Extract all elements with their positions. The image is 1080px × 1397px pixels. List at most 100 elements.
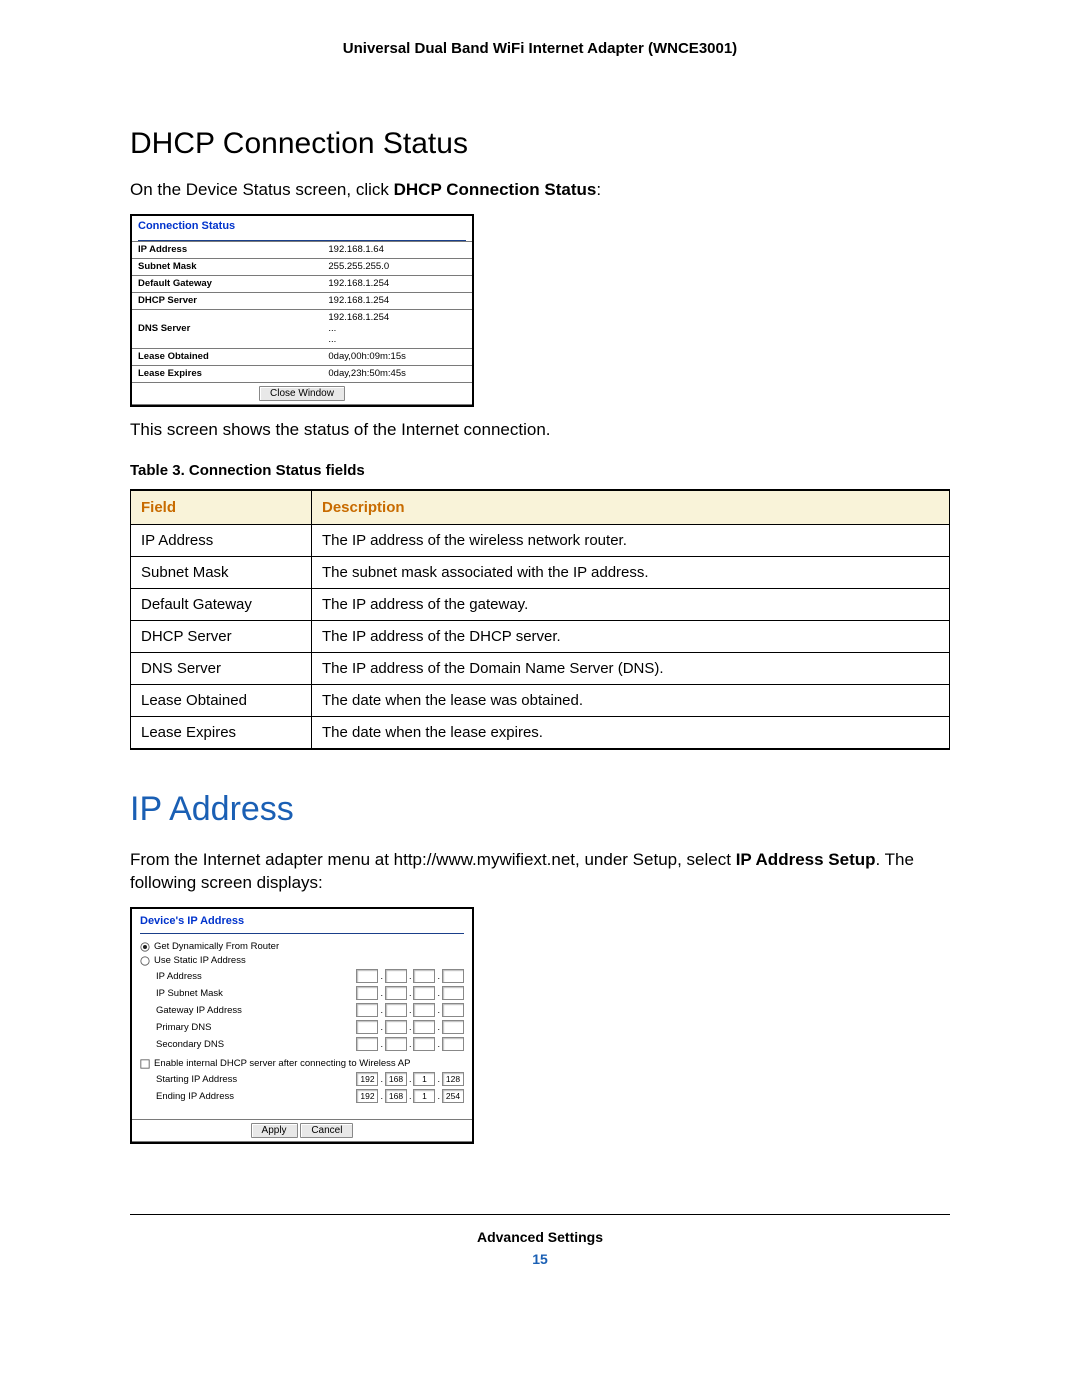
checkbox-unchecked-icon (140, 1059, 150, 1069)
intro-text-1: On the Device Status screen, click DHCP … (130, 179, 950, 202)
field-label: Ending IP Address (156, 1091, 356, 1102)
table-row: DNS ServerThe IP address of the Domain N… (131, 652, 950, 684)
connection-status-table: IP Address192.168.1.64 Subnet Mask255.25… (132, 241, 472, 382)
cs-label: IP Address (132, 241, 322, 258)
table-row: DHCP ServerThe IP address of the DHCP se… (131, 620, 950, 652)
ip-input-group[interactable]: ... (356, 986, 464, 1000)
cs-value: 0day,23h:50m:45s (322, 365, 472, 382)
ip-octet[interactable]: 192 (356, 1089, 378, 1103)
ip-octet[interactable]: 1 (413, 1089, 435, 1103)
section-heading-ip: IP Address (130, 790, 950, 829)
cs-value: 192.168.1.254 (322, 275, 472, 292)
cs-label: Lease Expires (132, 365, 322, 382)
cs-value: 255.255.255.0 (322, 258, 472, 275)
ip-input-group[interactable]: 192. 168. 1. 254 (356, 1089, 464, 1103)
cs-value: 192.168.1.64 (322, 241, 472, 258)
intro-text-2: From the Internet adapter menu at http:/… (130, 849, 950, 895)
ip-address-screenshot: Device's IP Address Get Dynamically From… (130, 907, 474, 1144)
ip-octet[interactable]: 192 (356, 1072, 378, 1086)
cs-label: Lease Obtained (132, 348, 322, 365)
connection-status-title: Connection Status (132, 216, 472, 240)
field-label: Gateway IP Address (156, 1005, 356, 1016)
close-window-button[interactable]: Close Window (259, 386, 345, 401)
cs-value: 0day,00h:09m:15s (322, 348, 472, 365)
cs-label: Subnet Mask (132, 258, 322, 275)
field-label: IP Address (156, 971, 356, 982)
divider (140, 933, 464, 934)
cs-row: Default Gateway192.168.1.254 (132, 275, 472, 292)
cs-row: IP Address192.168.1.64 (132, 241, 472, 258)
cs-value: 192.168.1.254 ... ... (322, 309, 472, 348)
radio-row-static[interactable]: Use Static IP Address (140, 954, 464, 968)
table-caption: Table 3. Connection Status fields (130, 462, 950, 479)
td-field: Default Gateway (131, 588, 312, 620)
radio-row-dynamic[interactable]: Get Dynamically From Router (140, 940, 464, 954)
table-row: Lease ExpiresThe date when the lease exp… (131, 716, 950, 749)
page-number: 15 (130, 1251, 950, 1267)
field-label: IP Subnet Mask (156, 988, 356, 999)
intro-bold: DHCP Connection Status (394, 180, 597, 199)
cancel-button[interactable]: Cancel (300, 1123, 353, 1138)
td-field: DNS Server (131, 652, 312, 684)
td-field: DHCP Server (131, 620, 312, 652)
radio-label: Get Dynamically From Router (154, 941, 464, 952)
connection-status-screenshot: Connection Status IP Address192.168.1.64… (130, 214, 474, 407)
td-field: Lease Obtained (131, 684, 312, 716)
cs-value: 192.168.1.254 (322, 292, 472, 309)
doc-header: Universal Dual Band WiFi Internet Adapte… (130, 40, 950, 57)
td-field: IP Address (131, 524, 312, 556)
intro2-bold: IP Address Setup (736, 850, 876, 869)
cs-row: DHCP Server192.168.1.254 (132, 292, 472, 309)
footer-text: Advanced Settings (130, 1229, 950, 1245)
td-field: Subnet Mask (131, 556, 312, 588)
table-row: Lease ObtainedThe date when the lease wa… (131, 684, 950, 716)
td-desc: The IP address of the Domain Name Server… (312, 652, 950, 684)
th-desc: Description (312, 490, 950, 525)
ip-octet[interactable]: 168 (385, 1089, 407, 1103)
td-desc: The IP address of the wireless network r… (312, 524, 950, 556)
th-field: Field (131, 490, 312, 525)
ip-box-title: Device's IP Address (140, 915, 464, 933)
ip-octet[interactable]: 128 (442, 1072, 464, 1086)
table-row: IP AddressThe IP address of the wireless… (131, 524, 950, 556)
description-table: Field Description IP AddressThe IP addre… (130, 489, 950, 750)
intro-pre: On the Device Status screen, click (130, 180, 394, 199)
ip-octet[interactable]: 254 (442, 1089, 464, 1103)
cs-label: DHCP Server (132, 292, 322, 309)
field-label: Starting IP Address (156, 1074, 356, 1085)
ip-octet[interactable]: 168 (385, 1072, 407, 1086)
apply-button[interactable]: Apply (251, 1123, 298, 1138)
ip-input-group[interactable]: ... (356, 1003, 464, 1017)
ip-input-group[interactable]: 192. 168. 1. 128 (356, 1072, 464, 1086)
ip-input-group[interactable]: ... (356, 1020, 464, 1034)
cs-row: Subnet Mask255.255.255.0 (132, 258, 472, 275)
td-desc: The date when the lease was obtained. (312, 684, 950, 716)
table-row: Default GatewayThe IP address of the gat… (131, 588, 950, 620)
cs-label: Default Gateway (132, 275, 322, 292)
ip-input-group[interactable]: ... (356, 969, 464, 983)
cs-label: DNS Server (132, 309, 322, 348)
footer-divider (130, 1214, 950, 1215)
td-desc: The date when the lease expires. (312, 716, 950, 749)
radio-unselected-icon (140, 956, 150, 966)
button-row: Apply Cancel (132, 1119, 472, 1142)
close-row: Close Window (132, 382, 472, 405)
td-desc: The subnet mask associated with the IP a… (312, 556, 950, 588)
section-heading-dhcp: DHCP Connection Status (130, 127, 950, 161)
radio-selected-icon (140, 942, 150, 952)
cs-row: Lease Expires0day,23h:50m:45s (132, 365, 472, 382)
cs-row: Lease Obtained0day,00h:09m:15s (132, 348, 472, 365)
after-box-text: This screen shows the status of the Inte… (130, 419, 950, 442)
cs-row: DNS Server192.168.1.254 ... ... (132, 309, 472, 348)
intro2-pre: From the Internet adapter menu at http:/… (130, 850, 736, 869)
td-desc: The IP address of the gateway. (312, 588, 950, 620)
intro-post: : (596, 180, 601, 199)
checkbox-row-dhcp[interactable]: Enable internal DHCP server after connec… (140, 1057, 464, 1071)
page: Universal Dual Band WiFi Internet Adapte… (0, 0, 1080, 1297)
ip-octet[interactable]: 1 (413, 1072, 435, 1086)
field-label: Secondary DNS (156, 1039, 356, 1050)
ip-input-group[interactable]: ... (356, 1037, 464, 1051)
td-field: Lease Expires (131, 716, 312, 749)
checkbox-label: Enable internal DHCP server after connec… (154, 1058, 464, 1069)
radio-label: Use Static IP Address (154, 955, 464, 966)
